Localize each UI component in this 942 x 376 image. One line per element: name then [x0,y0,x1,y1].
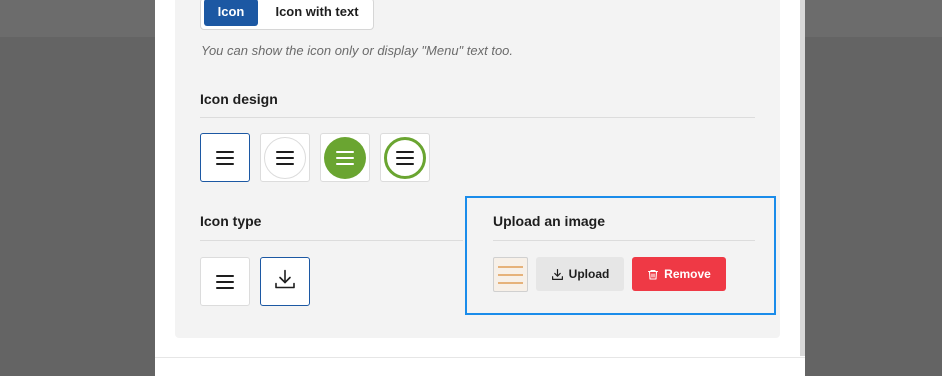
upload-image-heading: Upload an image [493,213,606,229]
filled-circle-hamburger-icon [324,136,366,179]
ring-circle-hamburger-icon [384,136,426,179]
icon-design-divider [200,117,755,118]
modal-scrollbar[interactable] [800,0,805,356]
icon-type-download[interactable] [260,257,310,306]
icon-type-hamburger[interactable] [200,257,250,306]
icon-design-heading: Icon design [200,91,278,107]
upload-icon [551,268,563,280]
trash-icon [648,269,659,280]
toggle-icon-option[interactable]: Icon [204,0,258,26]
upload-button-label: Upload [568,267,610,281]
icon-type-heading: Icon type [200,213,262,229]
display-mode-hint: You can show the icon only or display "M… [201,43,514,58]
display-mode-toggle: Icon Icon with text [200,0,374,30]
icon-design-ring-circle[interactable] [380,133,430,182]
uploaded-image-thumbnail [493,257,528,292]
outlined-circle-hamburger-icon [264,136,306,179]
remove-button[interactable]: Remove [632,257,726,291]
upload-image-divider [493,240,755,241]
icon-design-filled-circle[interactable] [320,133,370,182]
hamburger-icon [216,271,234,293]
hamburger-image-icon [498,266,523,290]
upload-button[interactable]: Upload [536,257,624,291]
icon-type-divider [200,240,463,241]
hamburger-icon [216,147,234,169]
icon-design-plain[interactable] [200,133,250,182]
download-icon [273,267,297,296]
modal-footer-divider [155,357,805,358]
remove-button-label: Remove [664,267,711,281]
icon-design-outlined-circle[interactable] [260,133,310,182]
toggle-icon-with-text-option[interactable]: Icon with text [263,0,371,29]
